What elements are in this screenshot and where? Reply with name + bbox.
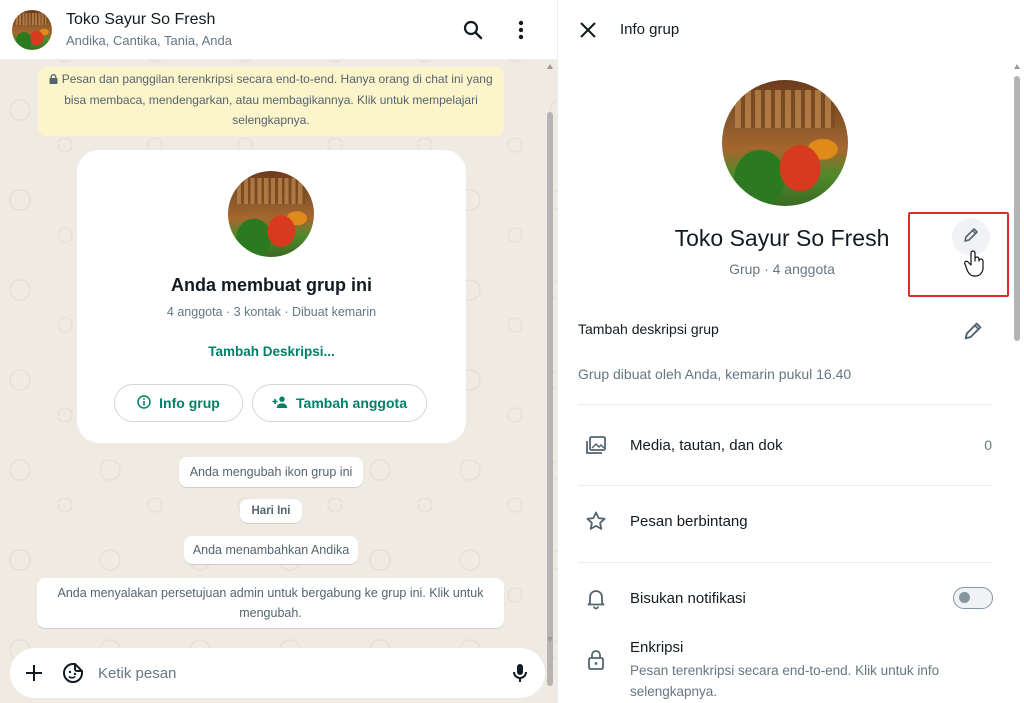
media-links-docs-row[interactable]: Media, tautan, dan dok 0 — [578, 425, 994, 465]
scrollbar-thumb[interactable] — [1014, 76, 1020, 341]
search-icon[interactable] — [461, 18, 485, 42]
gallery-icon — [584, 433, 608, 457]
scroll-up-arrow[interactable] — [1014, 64, 1020, 69]
toggle-knob — [959, 592, 970, 603]
add-member-button[interactable]: Tambah anggota — [252, 384, 427, 422]
mute-toggle[interactable] — [953, 587, 993, 609]
system-message-icon-changed: Anda mengubah ikon grup ini — [179, 457, 363, 487]
group-info-button[interactable]: Info grup — [114, 384, 243, 422]
add-group-description[interactable]: Tambah deskripsi grup — [578, 321, 719, 337]
mic-icon[interactable] — [508, 661, 532, 685]
scroll-down-arrow[interactable] — [547, 637, 553, 642]
scroll-up-arrow[interactable] — [547, 64, 553, 69]
encryption-row[interactable]: Enkripsi Pesan terenkripsi secara end-to… — [578, 636, 994, 703]
chat-header[interactable]: Toko Sayur So Fresh Andika, Cantika, Tan… — [0, 0, 557, 60]
lock-icon — [584, 648, 608, 672]
chat-members: Andika, Cantika, Tania, Anda — [66, 33, 232, 48]
starred-label: Pesan berbintang — [630, 513, 748, 530]
hand-cursor-icon — [964, 249, 986, 277]
message-input[interactable] — [98, 661, 498, 685]
system-message-added-member: Anda menambahkan Andika — [184, 536, 358, 564]
media-count: 0 — [984, 437, 992, 453]
star-icon — [584, 509, 608, 533]
group-created-note: Grup dibuat oleh Anda, kemarin pukul 16.… — [578, 366, 852, 382]
chat-pane: Toko Sayur So Fresh Andika, Cantika, Tan… — [0, 0, 557, 703]
media-label: Media, tautan, dan dok — [630, 437, 783, 454]
kebab-menu-icon[interactable] — [509, 18, 533, 42]
section-divider — [578, 485, 992, 486]
section-divider — [578, 404, 992, 405]
pencil-icon[interactable] — [962, 320, 986, 344]
bell-icon — [584, 586, 608, 610]
annotation-highlight-box — [908, 212, 1009, 297]
group-photo — [228, 171, 314, 257]
system-message-approval[interactable]: Anda menyalakan persetujuan admin untuk … — [37, 578, 504, 628]
group-photo-large[interactable] — [722, 80, 848, 206]
info-icon — [137, 394, 151, 412]
encryption-notice-text: Pesan dan panggilan terenkripsi secara e… — [61, 72, 493, 127]
group-info-label: Info grup — [159, 395, 220, 411]
info-scrollbar[interactable] — [1014, 64, 1020, 703]
lock-icon — [49, 70, 58, 90]
add-person-icon — [272, 395, 288, 411]
plus-icon[interactable] — [22, 661, 46, 685]
card-title: Anda membuat grup ini — [170, 275, 372, 295]
encryption-title: Enkripsi — [630, 639, 684, 656]
group-avatar[interactable] — [12, 10, 52, 50]
date-divider: Hari Ini — [240, 499, 302, 523]
group-created-card: Anda membuat grup ini 4 anggota · 3 kont… — [77, 150, 466, 443]
encryption-notice[interactable]: Pesan dan panggilan terenkripsi secara e… — [38, 67, 504, 136]
sticker-icon[interactable] — [61, 661, 85, 685]
card-meta: 4 anggota · 3 kontak · Dibuat kemarin — [166, 305, 377, 319]
scrollbar-thumb[interactable] — [547, 112, 553, 686]
chat-title: Toko Sayur So Fresh — [66, 11, 216, 28]
mute-label: Bisukan notifikasi — [630, 590, 746, 607]
encryption-description: Pesan terenkripsi secara end-to-end. Kli… — [630, 663, 940, 699]
chat-scrollbar[interactable] — [547, 64, 553, 686]
group-info-pane: Info grup Toko Sayur So Fresh Grup · 4 a… — [558, 0, 1024, 703]
section-divider — [578, 562, 992, 563]
info-panel-title: Info grup — [620, 21, 680, 38]
starred-messages-row[interactable]: Pesan berbintang — [578, 502, 994, 542]
add-description-link[interactable]: Tambah Deskripsi... — [77, 344, 466, 359]
add-member-label: Tambah anggota — [296, 395, 407, 411]
close-icon[interactable] — [576, 18, 600, 42]
mute-notifications-row[interactable]: Bisukan notifikasi — [578, 580, 994, 620]
message-composer — [10, 648, 545, 698]
